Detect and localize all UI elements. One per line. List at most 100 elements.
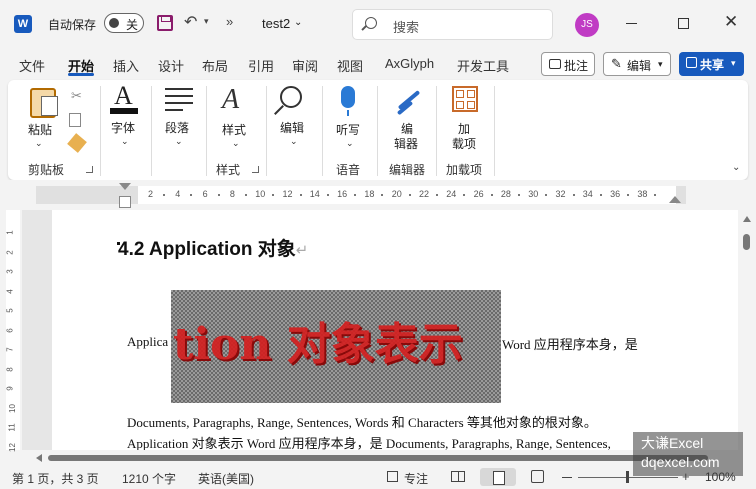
vertical-scrollbar[interactable] <box>738 210 756 450</box>
focus-label[interactable]: 专注 <box>404 470 428 487</box>
styles-launcher-icon[interactable] <box>252 166 259 173</box>
editing-mode-button[interactable]: ✎ 编辑 ▾ <box>603 52 671 76</box>
image-object-text: tion 对象表示 <box>173 319 463 370</box>
more-commands-icon[interactable]: » <box>226 14 233 29</box>
chevron-down-icon[interactable]: ⌄ <box>232 138 240 149</box>
share-button[interactable]: 共享 ▾ <box>679 52 744 76</box>
page[interactable]: 4.2 Application 对象↵ Applica tion 对象表示 Wo… <box>52 210 738 450</box>
addins-label-line2[interactable]: 载项 <box>452 135 476 152</box>
print-layout-icon[interactable] <box>480 468 516 486</box>
zoom-slider-knob[interactable] <box>626 471 629 483</box>
ruler-tick: 36 <box>610 189 621 199</box>
scroll-thumb[interactable] <box>48 455 708 461</box>
editing-label[interactable]: 编辑 <box>280 119 304 136</box>
pencil-icon: ✎ <box>611 56 622 71</box>
avatar[interactable]: JS <box>575 13 599 37</box>
paragraph-icon[interactable] <box>165 88 193 112</box>
scroll-left-icon[interactable] <box>36 454 42 462</box>
styles-label[interactable]: 样式 <box>222 121 246 138</box>
ruler-tick: 30 <box>528 189 539 199</box>
chevron-down-icon[interactable]: ⌄ <box>732 162 740 173</box>
autosave-label: 自动保存 <box>48 18 97 32</box>
chevron-down-icon[interactable]: ⌄ <box>346 138 354 149</box>
tab-developer[interactable]: 开发工具 <box>457 56 509 75</box>
search-icon <box>365 17 377 29</box>
comment-label: 批注 <box>564 59 589 73</box>
document-area[interactable]: 4.2 Application 对象↵ Applica tion 对象表示 Wo… <box>22 210 738 450</box>
document-title[interactable]: test2 <box>262 16 290 31</box>
undo-icon[interactable]: ↶ <box>184 12 197 32</box>
close-icon[interactable]: ✕ <box>724 12 738 32</box>
right-indent-marker[interactable] <box>669 196 681 203</box>
grid-cell-icon <box>467 90 475 98</box>
microphone-icon[interactable] <box>341 86 355 116</box>
horizontal-ruler[interactable]: 2 4 6 8 10 12 14 16 18 20 22 24 26 28 30 32 34 36 38 <box>138 186 678 204</box>
comment-button[interactable]: 批注 <box>541 52 595 76</box>
paragraph-label[interactable]: 段落 <box>165 119 189 136</box>
chevron-down-icon[interactable]: ⌄ <box>175 136 183 147</box>
tab-insert[interactable]: 插入 <box>113 56 139 75</box>
grid-cell-icon <box>467 101 475 109</box>
ruler-dot <box>354 194 357 196</box>
cut-icon[interactable]: ✂ <box>71 88 82 104</box>
para1-right: Word 应用程序本身，是 <box>502 337 638 352</box>
font-icon[interactable]: A <box>110 81 138 116</box>
chevron-down-icon[interactable]: ⌄ <box>290 136 298 147</box>
group-clipboard: 剪贴板 <box>28 163 65 177</box>
tab-references[interactable]: 引用 <box>248 56 274 75</box>
divider <box>151 86 152 176</box>
undo-dropdown-icon[interactable]: ▾ <box>204 16 209 27</box>
minimize-icon[interactable] <box>626 23 637 24</box>
tab-view[interactable]: 视图 <box>337 56 363 75</box>
focus-icon[interactable] <box>387 471 398 482</box>
addins-grid-icon[interactable] <box>452 86 478 112</box>
ruler-tick: 16 <box>337 189 348 199</box>
ruler-tick: 32 <box>555 189 566 199</box>
dictate-label[interactable]: 听写 <box>336 121 360 138</box>
tab-file[interactable]: 文件 <box>19 56 45 75</box>
divider <box>266 86 267 176</box>
vruler-tick: 6 <box>5 327 15 333</box>
tab-review[interactable]: 审阅 <box>292 56 318 75</box>
line-icon <box>165 95 193 97</box>
autosave-toggle[interactable]: 关 <box>104 13 144 33</box>
editor-pen-icon[interactable] <box>394 86 422 116</box>
search-box[interactable]: 搜索 <box>352 9 553 40</box>
find-icon[interactable] <box>280 86 302 108</box>
ruler-tick: 10 <box>255 189 266 199</box>
tab-axglyph[interactable]: AxGlyph <box>385 56 434 71</box>
paste-icon[interactable] <box>30 88 58 118</box>
toggle-knob <box>109 18 119 28</box>
save-icon[interactable] <box>157 15 173 31</box>
heading-text: 4.2 Application 对象 <box>118 239 296 260</box>
scroll-up-icon[interactable] <box>743 216 751 222</box>
tab-design[interactable]: 设计 <box>158 56 184 75</box>
vruler-tick: 10 <box>7 403 17 413</box>
vruler-tick: 7 <box>5 347 15 352</box>
ruler-tick: 26 <box>473 189 484 199</box>
ruler-dot <box>163 194 165 196</box>
zoom-out-icon[interactable] <box>562 477 572 478</box>
scroll-thumb[interactable] <box>743 234 750 250</box>
chevron-down-icon[interactable]: ⌄ <box>121 136 129 147</box>
font-label[interactable]: 字体 <box>111 119 135 136</box>
line-icon <box>165 102 193 104</box>
editor-label-line2[interactable]: 辑器 <box>394 135 418 152</box>
chevron-down-icon[interactable]: ⌄ <box>35 138 43 149</box>
paste-label[interactable]: 粘贴 <box>28 121 52 138</box>
page-count[interactable]: 第 1 页，共 3 页 <box>12 470 99 487</box>
read-mode-icon[interactable] <box>451 471 465 482</box>
tab-layout[interactable]: 布局 <box>202 56 228 75</box>
copy-icon[interactable] <box>69 113 81 127</box>
divider <box>494 86 495 176</box>
maximize-icon[interactable] <box>678 18 689 29</box>
left-indent-marker[interactable] <box>119 196 131 208</box>
clipboard-launcher-icon[interactable] <box>86 166 93 173</box>
first-line-indent-marker[interactable] <box>119 183 131 190</box>
chevron-down-icon[interactable]: ⌄ <box>294 17 302 28</box>
chevron-down-icon: ▾ <box>658 59 663 69</box>
web-layout-icon[interactable] <box>531 470 544 483</box>
language[interactable]: 英语(美国) <box>198 470 254 487</box>
styles-icon[interactable]: A <box>222 84 239 116</box>
word-count[interactable]: 1210 个字 <box>122 470 176 487</box>
